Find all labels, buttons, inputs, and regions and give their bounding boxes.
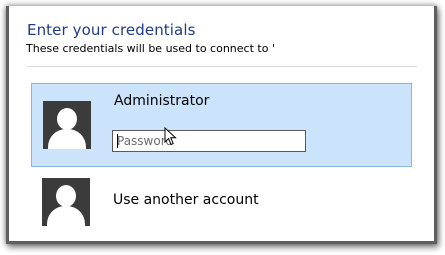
text-caret xyxy=(117,134,118,148)
dialog-subtitle: These credentials will be used to connec… xyxy=(26,42,275,55)
user-avatar-icon xyxy=(42,178,90,226)
password-input[interactable] xyxy=(112,130,306,152)
account-tile-administrator[interactable]: Administrator xyxy=(31,83,412,167)
divider xyxy=(26,66,417,67)
mouse-pointer-icon xyxy=(164,127,177,146)
account-tile-other[interactable]: Use another account xyxy=(31,175,412,229)
use-another-account-label: Use another account xyxy=(113,192,259,208)
user-avatar-icon xyxy=(43,101,91,149)
dialog-title: Enter your credentials xyxy=(27,21,196,39)
account-name: Administrator xyxy=(114,93,210,109)
